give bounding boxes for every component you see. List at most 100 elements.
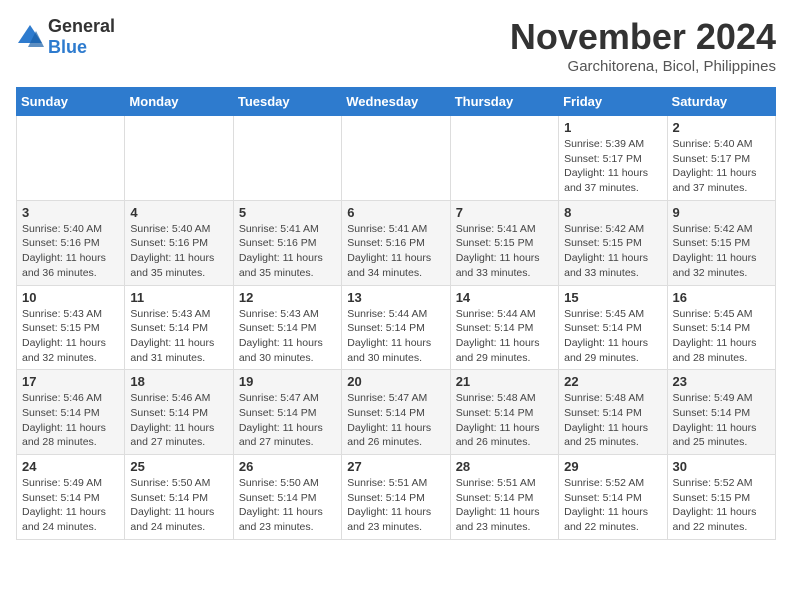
- day-info: Sunrise: 5:46 AM Sunset: 5:14 PM Dayligh…: [130, 391, 227, 450]
- day-number: 8: [564, 205, 661, 220]
- day-cell: 29 Sunrise: 5:52 AM Sunset: 5:14 PM Dayli…: [559, 455, 667, 540]
- day-info: Sunrise: 5:45 AM Sunset: 5:14 PM Dayligh…: [673, 307, 770, 366]
- day-number: 2: [673, 120, 770, 135]
- day-number: 26: [239, 459, 336, 474]
- day-number: 15: [564, 290, 661, 305]
- day-cell: 28 Sunrise: 5:51 AM Sunset: 5:14 PM Dayli…: [450, 455, 558, 540]
- day-info: Sunrise: 5:48 AM Sunset: 5:14 PM Dayligh…: [564, 391, 661, 450]
- logo-icon: [16, 23, 44, 51]
- day-number: 1: [564, 120, 661, 135]
- day-number: 22: [564, 374, 661, 389]
- logo-text: General Blue: [48, 16, 115, 58]
- day-info: Sunrise: 5:44 AM Sunset: 5:14 PM Dayligh…: [456, 307, 553, 366]
- day-cell: 13 Sunrise: 5:44 AM Sunset: 5:14 PM Dayli…: [342, 285, 450, 370]
- day-number: 24: [22, 459, 119, 474]
- day-info: Sunrise: 5:51 AM Sunset: 5:14 PM Dayligh…: [456, 476, 553, 535]
- day-cell: 8 Sunrise: 5:42 AM Sunset: 5:15 PM Daylig…: [559, 200, 667, 285]
- header-monday: Monday: [125, 88, 233, 116]
- day-number: 23: [673, 374, 770, 389]
- day-number: 10: [22, 290, 119, 305]
- day-number: 29: [564, 459, 661, 474]
- title-area: November 2024 Garchitorena, Bicol, Phili…: [510, 16, 776, 75]
- day-number: 30: [673, 459, 770, 474]
- day-number: 27: [347, 459, 444, 474]
- day-number: 4: [130, 205, 227, 220]
- day-number: 7: [456, 205, 553, 220]
- day-cell: 1 Sunrise: 5:39 AM Sunset: 5:17 PM Daylig…: [559, 116, 667, 201]
- day-number: 3: [22, 205, 119, 220]
- day-info: Sunrise: 5:42 AM Sunset: 5:15 PM Dayligh…: [673, 222, 770, 281]
- day-number: 28: [456, 459, 553, 474]
- day-cell: 10 Sunrise: 5:43 AM Sunset: 5:15 PM Dayli…: [17, 285, 125, 370]
- day-info: Sunrise: 5:39 AM Sunset: 5:17 PM Dayligh…: [564, 137, 661, 196]
- week-row-4: 24 Sunrise: 5:49 AM Sunset: 5:14 PM Dayli…: [17, 455, 776, 540]
- day-cell: [125, 116, 233, 201]
- calendar-table: SundayMondayTuesdayWednesdayThursdayFrid…: [16, 87, 776, 540]
- day-cell: 16 Sunrise: 5:45 AM Sunset: 5:14 PM Dayli…: [667, 285, 775, 370]
- day-info: Sunrise: 5:43 AM Sunset: 5:15 PM Dayligh…: [22, 307, 119, 366]
- day-number: 21: [456, 374, 553, 389]
- day-cell: 22 Sunrise: 5:48 AM Sunset: 5:14 PM Dayli…: [559, 370, 667, 455]
- month-title: November 2024: [510, 16, 776, 58]
- day-info: Sunrise: 5:41 AM Sunset: 5:16 PM Dayligh…: [239, 222, 336, 281]
- day-cell: 9 Sunrise: 5:42 AM Sunset: 5:15 PM Daylig…: [667, 200, 775, 285]
- day-cell: 11 Sunrise: 5:43 AM Sunset: 5:14 PM Dayli…: [125, 285, 233, 370]
- day-number: 16: [673, 290, 770, 305]
- day-info: Sunrise: 5:48 AM Sunset: 5:14 PM Dayligh…: [456, 391, 553, 450]
- header: General Blue November 2024 Garchitorena,…: [16, 16, 776, 75]
- day-info: Sunrise: 5:49 AM Sunset: 5:14 PM Dayligh…: [673, 391, 770, 450]
- day-number: 18: [130, 374, 227, 389]
- header-tuesday: Tuesday: [233, 88, 341, 116]
- day-cell: 15Sunrise: 5:45 AM Sunset: 5:14 PM Dayli…: [559, 285, 667, 370]
- day-cell: 14 Sunrise: 5:44 AM Sunset: 5:14 PM Dayli…: [450, 285, 558, 370]
- day-info: Sunrise: 5:52 AM Sunset: 5:14 PM Dayligh…: [564, 476, 661, 535]
- day-cell: [450, 116, 558, 201]
- day-number: 5: [239, 205, 336, 220]
- day-cell: 26 Sunrise: 5:50 AM Sunset: 5:14 PM Dayli…: [233, 455, 341, 540]
- day-cell: 23 Sunrise: 5:49 AM Sunset: 5:14 PM Dayli…: [667, 370, 775, 455]
- day-number: 17: [22, 374, 119, 389]
- day-number: 25: [130, 459, 227, 474]
- location-subtitle: Garchitorena, Bicol, Philippines: [510, 58, 776, 75]
- day-cell: 19Sunrise: 5:47 AM Sunset: 5:14 PM Dayli…: [233, 370, 341, 455]
- day-info: Sunrise: 5:41 AM Sunset: 5:15 PM Dayligh…: [456, 222, 553, 281]
- day-info: Sunrise: 5:50 AM Sunset: 5:14 PM Dayligh…: [239, 476, 336, 535]
- day-cell: 2 Sunrise: 5:40 AM Sunset: 5:17 PM Daylig…: [667, 116, 775, 201]
- day-cell: 12 Sunrise: 5:43 AM Sunset: 5:14 PM Dayli…: [233, 285, 341, 370]
- day-info: Sunrise: 5:44 AM Sunset: 5:14 PM Dayligh…: [347, 307, 444, 366]
- day-number: 9: [673, 205, 770, 220]
- day-cell: [17, 116, 125, 201]
- day-info: Sunrise: 5:40 AM Sunset: 5:16 PM Dayligh…: [130, 222, 227, 281]
- day-number: 12: [239, 290, 336, 305]
- day-number: 14: [456, 290, 553, 305]
- day-info: Sunrise: 5:52 AM Sunset: 5:15 PM Dayligh…: [673, 476, 770, 535]
- day-cell: 4 Sunrise: 5:40 AM Sunset: 5:16 PM Daylig…: [125, 200, 233, 285]
- logo-blue: Blue: [48, 37, 87, 57]
- day-cell: 20Sunrise: 5:47 AM Sunset: 5:14 PM Dayli…: [342, 370, 450, 455]
- day-info: Sunrise: 5:47 AM Sunset: 5:14 PM Dayligh…: [347, 391, 444, 450]
- day-cell: 5 Sunrise: 5:41 AM Sunset: 5:16 PM Daylig…: [233, 200, 341, 285]
- day-info: Sunrise: 5:40 AM Sunset: 5:17 PM Dayligh…: [673, 137, 770, 196]
- day-info: Sunrise: 5:40 AM Sunset: 5:16 PM Dayligh…: [22, 222, 119, 281]
- day-number: 13: [347, 290, 444, 305]
- week-row-3: 17 Sunrise: 5:46 AM Sunset: 5:14 PM Dayli…: [17, 370, 776, 455]
- day-cell: 25Sunrise: 5:50 AM Sunset: 5:14 PM Dayli…: [125, 455, 233, 540]
- day-info: Sunrise: 5:43 AM Sunset: 5:14 PM Dayligh…: [239, 307, 336, 366]
- day-cell: [233, 116, 341, 201]
- week-row-1: 3 Sunrise: 5:40 AM Sunset: 5:16 PM Daylig…: [17, 200, 776, 285]
- day-cell: 24 Sunrise: 5:49 AM Sunset: 5:14 PM Dayli…: [17, 455, 125, 540]
- header-thursday: Thursday: [450, 88, 558, 116]
- calendar-header-row: SundayMondayTuesdayWednesdayThursdayFrid…: [17, 88, 776, 116]
- day-cell: 18 Sunrise: 5:46 AM Sunset: 5:14 PM Dayli…: [125, 370, 233, 455]
- day-info: Sunrise: 5:42 AM Sunset: 5:15 PM Dayligh…: [564, 222, 661, 281]
- day-cell: 30 Sunrise: 5:52 AM Sunset: 5:15 PM Dayli…: [667, 455, 775, 540]
- day-cell: [342, 116, 450, 201]
- day-cell: 3 Sunrise: 5:40 AM Sunset: 5:16 PM Daylig…: [17, 200, 125, 285]
- day-cell: 6Sunrise: 5:41 AM Sunset: 5:16 PM Daylig…: [342, 200, 450, 285]
- day-info: Sunrise: 5:49 AM Sunset: 5:14 PM Dayligh…: [22, 476, 119, 535]
- day-info: Sunrise: 5:43 AM Sunset: 5:14 PM Dayligh…: [130, 307, 227, 366]
- day-info: Sunrise: 5:41 AM Sunset: 5:16 PM Dayligh…: [347, 222, 444, 281]
- day-info: Sunrise: 5:47 AM Sunset: 5:14 PM Dayligh…: [239, 391, 336, 450]
- logo-general: General: [48, 16, 115, 36]
- day-number: 11: [130, 290, 227, 305]
